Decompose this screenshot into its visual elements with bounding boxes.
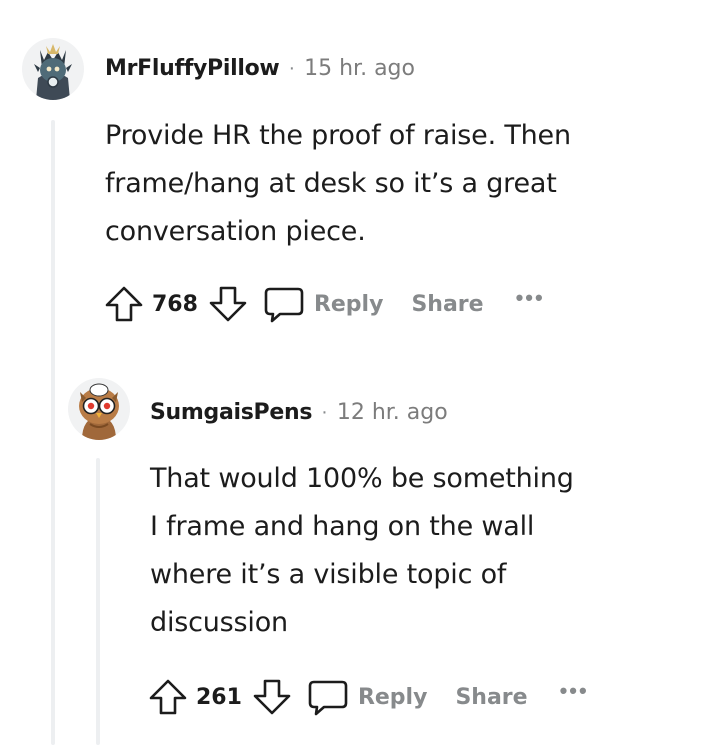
avatar[interactable] (68, 378, 130, 440)
knight-avatar-icon (22, 38, 84, 100)
thread-line-2[interactable] (96, 458, 100, 745)
reply-button[interactable]: Reply (262, 284, 384, 324)
comment-actions: 261 Reply Share ••• (148, 677, 589, 717)
avatar[interactable] (22, 38, 84, 100)
comment-line: conversation piece. (105, 216, 366, 247)
comment-bubble-icon (308, 680, 348, 716)
username[interactable]: SumgaisPens (150, 400, 312, 425)
upvote-arrow-icon (105, 286, 143, 322)
reply-button[interactable]: Reply (306, 677, 428, 717)
separator-dot: · (321, 401, 328, 423)
downvote-arrow-icon (209, 286, 247, 322)
upvote-arrow-icon (149, 679, 187, 715)
comment-line: where it’s a visible topic of (150, 559, 507, 590)
reply-label[interactable]: Reply (358, 685, 428, 710)
vote-score: 768 (152, 291, 198, 317)
comment-meta: SumgaisPens · 12 hr. ago (150, 400, 448, 425)
thread-line-1[interactable] (51, 120, 55, 745)
comment-meta: MrFluffyPillow · 15 hr. ago (105, 56, 415, 81)
vote-score: 261 (196, 684, 242, 710)
comment-bubble-icon (264, 287, 304, 323)
timestamp[interactable]: 15 hr. ago (304, 56, 415, 81)
downvote-button[interactable] (252, 677, 292, 717)
username[interactable]: MrFluffyPillow (105, 56, 280, 81)
comment-actions: 768 Reply Share ••• (104, 284, 545, 324)
comment-body: That would 100% be something I frame and… (150, 455, 574, 647)
comment-line: I frame and hang on the wall (150, 511, 535, 542)
more-options-button[interactable]: ••• (516, 285, 545, 311)
more-options-button[interactable]: ••• (560, 678, 589, 704)
comment-line: frame/hang at desk so it’s a great (105, 168, 557, 199)
timestamp[interactable]: 12 hr. ago (337, 400, 448, 425)
reply-label[interactable]: Reply (314, 292, 384, 317)
downvote-arrow-icon (253, 679, 291, 715)
comment-body: Provide HR the proof of raise. Then fram… (105, 112, 571, 256)
upvote-button[interactable] (148, 677, 188, 717)
comment-line: That would 100% be something (150, 463, 574, 494)
share-button[interactable]: Share (455, 685, 527, 710)
owl-avatar-icon (68, 378, 130, 440)
upvote-button[interactable] (104, 284, 144, 324)
share-button[interactable]: Share (411, 292, 483, 317)
comment-line: Provide HR the proof of raise. Then (105, 120, 571, 151)
separator-dot: · (288, 57, 296, 79)
downvote-button[interactable] (208, 284, 248, 324)
comment-line: discussion (150, 607, 288, 638)
